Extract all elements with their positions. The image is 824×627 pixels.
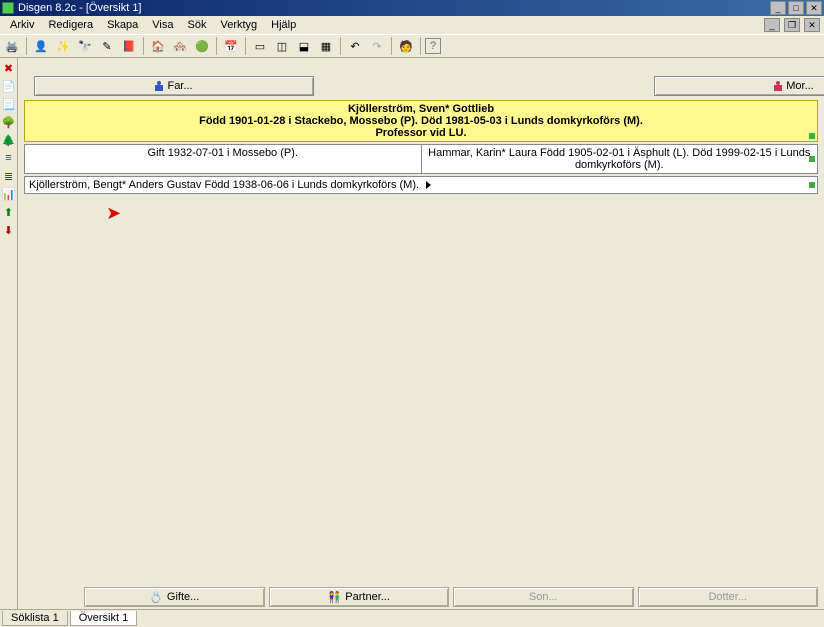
toolbar-separator: [26, 37, 27, 55]
content-area: Far... Mor... Kjöllerström, Sven* Gottli…: [18, 58, 824, 609]
side-up-icon[interactable]: ⬆: [1, 204, 17, 220]
marker-icon[interactable]: 🧑: [396, 36, 416, 56]
son-label: Son...: [529, 591, 558, 603]
split-horiz-icon[interactable]: ⬓: [294, 36, 314, 56]
side-tree2-icon[interactable]: 🌲: [1, 132, 17, 148]
side-close-icon[interactable]: ✖: [1, 60, 17, 76]
toolbar-separator: [420, 37, 421, 55]
mdi-controls: _ ❐ ✕: [762, 18, 820, 32]
rings-icon: 💍: [149, 591, 163, 604]
person-icon[interactable]: 👤: [31, 36, 51, 56]
marriage-cell[interactable]: Gift 1932-07-01 i Mossebo (P).: [24, 144, 422, 174]
person-name: Kjöllerström, Sven* Gottlieb: [348, 103, 494, 115]
app-icon: [2, 2, 14, 14]
help-icon[interactable]: ?: [425, 38, 441, 54]
single-pane-icon[interactable]: ▭: [250, 36, 270, 56]
pen-icon[interactable]: ✎: [97, 36, 117, 56]
wand-icon[interactable]: ✨: [53, 36, 73, 56]
toolbar-separator: [340, 37, 341, 55]
side-list1-icon[interactable]: ≡: [1, 150, 17, 166]
partner-button[interactable]: 👫 Partner...: [269, 587, 450, 607]
side-tree1-icon[interactable]: 🌳: [1, 114, 17, 130]
child-text: Kjöllerström, Bengt* Anders Gustav Född …: [29, 179, 419, 191]
menu-verktyg[interactable]: Verktyg: [214, 18, 263, 32]
father-button[interactable]: Far...: [34, 76, 314, 96]
marriage-text: Gift 1932-07-01 i Mossebo (P).: [148, 147, 298, 159]
homes-icon[interactable]: 🏘️: [170, 36, 190, 56]
side-doc-icon[interactable]: 📄: [1, 78, 17, 94]
side-down-icon[interactable]: ⬇: [1, 222, 17, 238]
person-birth-death: Född 1901-01-28 i Stackebo, Mossebo (P).…: [199, 115, 643, 127]
child-row[interactable]: Kjöllerström, Bengt* Anders Gustav Född …: [24, 176, 818, 194]
son-button[interactable]: Son...: [453, 587, 634, 607]
detail-marker-icon: [809, 182, 815, 188]
menubar-row: Arkiv Redigera Skapa Visa Sök Verktyg Hj…: [0, 16, 824, 34]
couple-icon: 👫: [328, 591, 342, 604]
statusbar: Söklista 1 Översikt 1: [0, 609, 824, 627]
male-icon: [155, 81, 163, 91]
undo-icon[interactable]: ↶: [345, 36, 365, 56]
toolbar-separator: [391, 37, 392, 55]
menubar: Arkiv Redigera Skapa Visa Sök Verktyg Hj…: [4, 18, 762, 32]
father-label: Far...: [167, 80, 192, 92]
maximize-button[interactable]: □: [788, 1, 804, 15]
side-page-icon[interactable]: 📃: [1, 96, 17, 112]
menu-sok[interactable]: Sök: [182, 18, 213, 32]
mdi-minimize-button[interactable]: _: [764, 18, 780, 32]
menu-redigera[interactable]: Redigera: [42, 18, 99, 32]
menu-skapa[interactable]: Skapa: [101, 18, 144, 32]
dotter-button[interactable]: Dotter...: [638, 587, 819, 607]
globe-icon[interactable]: 🟢: [192, 36, 212, 56]
marriage-row: Gift 1932-07-01 i Mossebo (P). Hammar, K…: [24, 144, 818, 174]
side-list2-icon[interactable]: ≣: [1, 168, 17, 184]
calendar-icon[interactable]: 📅: [221, 36, 241, 56]
focus-person-banner[interactable]: Kjöllerström, Sven* Gottlieb Född 1901-0…: [24, 100, 818, 142]
mdi-restore-button[interactable]: ❐: [784, 18, 800, 32]
cursor-icon: ➤: [106, 203, 121, 224]
toolbar-separator: [216, 37, 217, 55]
spouse-cell[interactable]: Hammar, Karin* Laura Född 1905-02-01 i Ä…: [422, 144, 819, 174]
expand-icon: [426, 181, 431, 189]
toolbar: 🖨️ 👤 ✨ 🔭 ✎ 📕 🏠 🏘️ 🟢 📅 ▭ ◫ ⬓ ▦ ↶ ↷ 🧑 ?: [0, 34, 824, 58]
mother-button[interactable]: Mor...: [654, 76, 824, 96]
home-icon[interactable]: 🏠: [148, 36, 168, 56]
side-chart-icon[interactable]: 📊: [1, 186, 17, 202]
partner-label: Partner...: [345, 591, 390, 603]
window-title: Disgen 8.2c - [Översikt 1]: [18, 2, 768, 14]
split-vert-icon[interactable]: ◫: [272, 36, 292, 56]
menu-hjalp[interactable]: Hjälp: [265, 18, 302, 32]
detail-marker-icon: [809, 156, 815, 162]
bottom-buttons: 💍 Gifte... 👫 Partner... Son... Dotter...: [18, 585, 824, 609]
tile-icon[interactable]: ▦: [316, 36, 336, 56]
detail-marker-icon: [809, 133, 815, 139]
tab-oversikt[interactable]: Översikt 1: [70, 611, 138, 626]
person-occupation: Professor vid LU.: [375, 127, 466, 139]
workspace: ✖ 📄 📃 🌳 🌲 ≡ ≣ 📊 ⬆ ⬇ Far... Mor... Kjölle…: [0, 58, 824, 609]
dotter-label: Dotter...: [708, 591, 747, 603]
menu-visa[interactable]: Visa: [146, 18, 179, 32]
toolbar-separator: [143, 37, 144, 55]
female-icon: [774, 81, 782, 91]
spouse-text: Hammar, Karin* Laura Född 1905-02-01 i Ä…: [428, 147, 810, 171]
titlebar: Disgen 8.2c - [Översikt 1] _ □ ✕: [0, 0, 824, 16]
parents-row: Far... Mor...: [18, 58, 824, 98]
redo-icon[interactable]: ↷: [367, 36, 387, 56]
toolbar-separator: [245, 37, 246, 55]
book-icon[interactable]: 📕: [119, 36, 139, 56]
minimize-button[interactable]: _: [770, 1, 786, 15]
mdi-close-button[interactable]: ✕: [804, 18, 820, 32]
sidebar: ✖ 📄 📃 🌳 🌲 ≡ ≣ 📊 ⬆ ⬇: [0, 58, 18, 609]
gifte-button[interactable]: 💍 Gifte...: [84, 587, 265, 607]
menu-arkiv[interactable]: Arkiv: [4, 18, 40, 32]
close-button[interactable]: ✕: [806, 1, 822, 15]
tab-soklista[interactable]: Söklista 1: [2, 611, 68, 626]
mother-label: Mor...: [786, 80, 814, 92]
print-icon[interactable]: 🖨️: [2, 36, 22, 56]
gifte-label: Gifte...: [167, 591, 199, 603]
binoculars-icon[interactable]: 🔭: [75, 36, 95, 56]
